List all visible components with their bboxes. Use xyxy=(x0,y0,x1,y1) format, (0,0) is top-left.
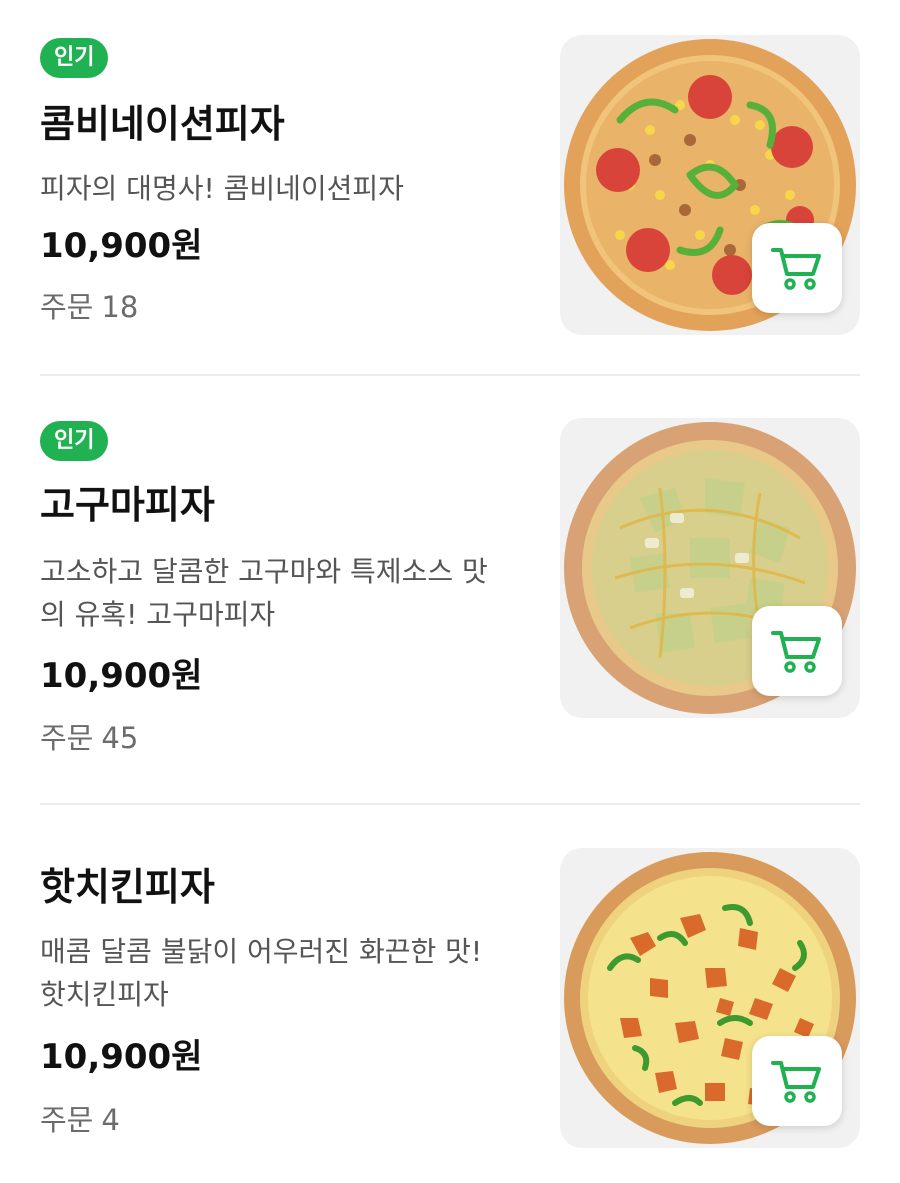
menu-item-price: 10,900원 xyxy=(40,1037,203,1077)
cart-icon xyxy=(771,631,821,673)
menu-item-price: 10,900원 xyxy=(40,656,203,696)
menu-item-name: 핫치킨피자 xyxy=(40,865,215,909)
order-count-value: 18 xyxy=(101,290,139,324)
add-to-cart-button[interactable] xyxy=(752,1036,842,1126)
menu-item-description: 고소하고 달콤한 고구마와 특제소스 맛의 유혹! 고구마피자 xyxy=(40,555,488,631)
menu-item-hot-chicken-pizza[interactable]: 핫치킨피자 매콤 달콤 불닭이 어우러진 화끈한 맛! 핫치킨피자 10,900… xyxy=(40,848,860,1148)
menu-item-image[interactable] xyxy=(560,418,860,718)
order-count: 주문 4 xyxy=(40,1101,120,1139)
order-count-value: 4 xyxy=(101,1103,120,1137)
add-to-cart-button[interactable] xyxy=(752,223,842,313)
menu-item-image[interactable] xyxy=(560,848,860,1148)
menu-list: 인기 콤비네이션피자 피자의 대명사! 콤비네이션피자 10,900원 주문 18 xyxy=(0,0,900,1183)
popular-badge: 인기 xyxy=(40,421,109,461)
menu-item-sweet-potato-pizza[interactable]: 인기 고구마피자 고소하고 달콤한 고구마와 특제소스 맛의 유혹! 고구마피자… xyxy=(40,418,860,755)
order-count: 주문 18 xyxy=(40,288,138,326)
order-count-label: 주문 xyxy=(40,290,94,324)
order-count-value: 45 xyxy=(101,721,139,755)
menu-item-price: 10,900원 xyxy=(40,226,203,266)
menu-item-name: 콤비네이션피자 xyxy=(40,102,285,146)
menu-item-combination-pizza[interactable]: 인기 콤비네이션피자 피자의 대명사! 콤비네이션피자 10,900원 주문 18 xyxy=(40,35,860,335)
cart-icon xyxy=(771,248,821,290)
order-count: 주문 45 xyxy=(40,719,138,757)
cart-icon xyxy=(771,1061,821,1103)
menu-item-name: 고구마피자 xyxy=(40,483,215,527)
menu-item-description: 매콤 달콤 불닭이 어우러진 화끈한 맛! 핫치킨피자 xyxy=(40,935,483,1011)
order-count-label: 주문 xyxy=(40,721,94,755)
divider xyxy=(40,374,860,376)
add-to-cart-button[interactable] xyxy=(752,606,842,696)
divider xyxy=(40,803,860,805)
menu-item-description: 피자의 대명사! 콤비네이션피자 xyxy=(40,172,404,205)
order-count-label: 주문 xyxy=(40,1103,94,1137)
popular-badge: 인기 xyxy=(40,38,109,78)
menu-item-image[interactable] xyxy=(560,35,860,335)
